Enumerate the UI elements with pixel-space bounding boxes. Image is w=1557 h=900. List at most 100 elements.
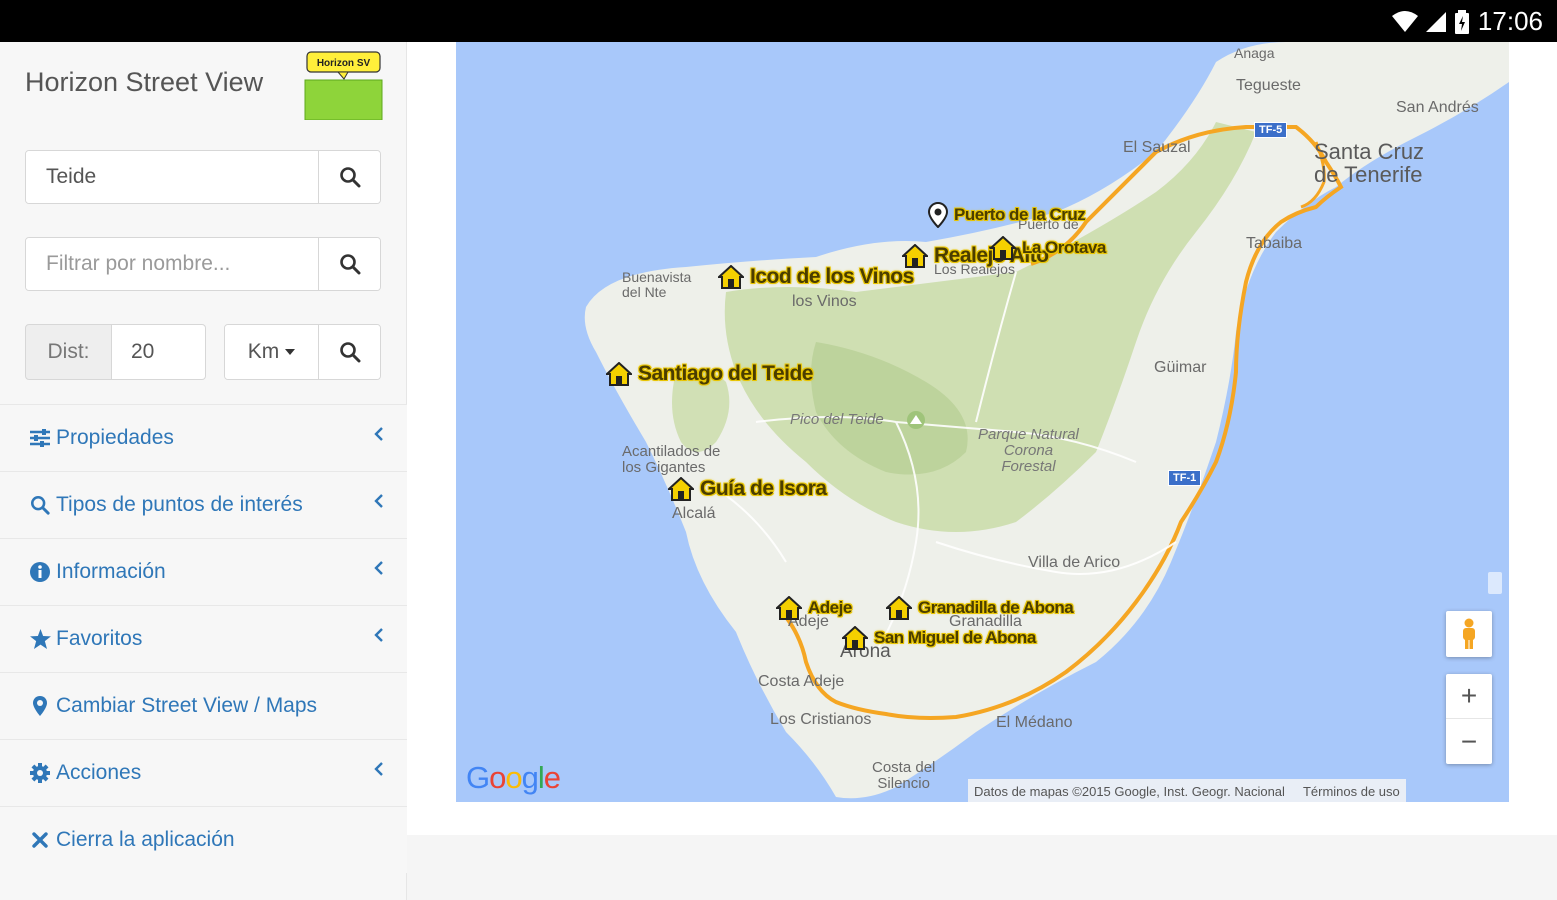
place-costa-adeje: Costa Adeje: [758, 673, 845, 690]
house-icon: [842, 626, 868, 650]
peak-icon: [906, 410, 926, 435]
poi-santiago-teide[interactable]: Santiago del Teide: [606, 362, 813, 386]
filter-search-button[interactable]: [318, 238, 380, 290]
house-icon: [990, 236, 1016, 260]
map-attribution: Datos de mapas ©2015 Google, Inst. Geogr…: [968, 779, 1406, 802]
sidebar-menu: Propiedades Tipos de puntos de interés I…: [0, 404, 407, 873]
place-acantilados: Acantilados de los Gigantes: [622, 443, 721, 476]
wifi-icon: [1391, 10, 1418, 33]
chevron-left-icon: [374, 494, 383, 508]
unit-group: Km: [224, 324, 381, 380]
search-icon: [29, 494, 51, 516]
place-buenavista: Buenavista del Nte: [622, 269, 692, 300]
map-pin-icon: [928, 202, 948, 228]
search-icon: [339, 254, 360, 275]
menu-item-cambiar-view[interactable]: Cambiar Street View / Maps: [0, 672, 407, 739]
place-alcala: Alcalá: [672, 505, 716, 522]
signal-icon: [1425, 11, 1446, 33]
menu-item-favoritos[interactable]: Favoritos: [0, 605, 407, 672]
unit-dropdown[interactable]: Km: [225, 325, 318, 379]
map-marker-icon: [29, 695, 51, 717]
search-icon: [339, 342, 360, 363]
menu-item-informacion[interactable]: Información: [0, 538, 407, 605]
search-button[interactable]: [318, 151, 380, 203]
menu-item-label: Acciones: [56, 761, 142, 784]
menu-item-label: Tipos de puntos de interés: [56, 493, 303, 516]
clock: 17:06: [1477, 6, 1543, 36]
sliders-icon: [29, 427, 51, 449]
filter-input[interactable]: [26, 238, 318, 290]
attribution-text: Datos de mapas ©2015 Google, Inst. Geogr…: [974, 783, 1285, 799]
chevron-left-icon: [374, 628, 383, 642]
poi-puerto-cruz[interactable]: Puerto de la Cruz: [928, 202, 1086, 228]
place-santa-cruz: Santa Cruz de Tenerife: [1314, 139, 1425, 188]
poi-la-orotava[interactable]: La Orotava: [990, 236, 1106, 260]
battery-icon: [1454, 9, 1470, 34]
menu-item-cierra[interactable]: Cierra la aplicación: [0, 806, 407, 873]
search-group: [25, 150, 381, 204]
map[interactable]: TF-5 TF-1 Anaga Tegueste San Andrés Sant…: [456, 42, 1509, 802]
place-guimar: Güimar: [1154, 359, 1207, 376]
terms-link[interactable]: Términos de uso: [1303, 784, 1400, 799]
info-icon: [29, 561, 51, 583]
menu-item-label: Propiedades: [56, 426, 174, 449]
status-bar: 17:06: [0, 0, 1557, 42]
place-villa-arico: Villa de Arico: [1028, 554, 1121, 571]
place-el-medano: El Médano: [996, 714, 1073, 731]
star-icon: [29, 628, 51, 650]
place-parque: Parque Natural Corona Forestal: [978, 426, 1079, 475]
place-san-andres: San Andrés: [1396, 99, 1479, 116]
menu-item-acciones[interactable]: Acciones: [0, 739, 407, 806]
chevron-left-icon: [374, 762, 383, 776]
house-icon: [606, 362, 632, 386]
place-tabaiba: Tabaiba: [1246, 235, 1303, 252]
poi-san-miguel[interactable]: San Miguel de Abona: [842, 626, 1036, 650]
poi-icod[interactable]: Icod de los Vinos: [718, 265, 914, 289]
menu-item-label: Cierra la aplicación: [56, 828, 235, 851]
chevron-left-icon: [374, 561, 383, 575]
menu-item-propiedades[interactable]: Propiedades: [0, 404, 407, 471]
menu-item-label: Cambiar Street View / Maps: [56, 694, 318, 717]
map-scroll-handle[interactable]: [1488, 572, 1502, 594]
zoom-in-button[interactable]: +: [1446, 674, 1492, 719]
pegman-button[interactable]: [1446, 611, 1492, 657]
unit-value: Km: [247, 340, 280, 363]
poi-guia-isora[interactable]: Guía de Isora: [668, 477, 827, 501]
google-logo: Google: [466, 760, 561, 795]
menu-item-label: Información: [56, 560, 166, 583]
search-icon: [339, 167, 360, 188]
zoom-out-button[interactable]: −: [1446, 719, 1492, 764]
place-los-cristianos: Los Cristianos: [770, 711, 872, 728]
distance-input[interactable]: [112, 324, 206, 380]
zoom-control: + −: [1446, 674, 1492, 764]
menu-item-tipos-poi[interactable]: Tipos de puntos de interés: [0, 471, 407, 538]
place-los-vinos: los Vinos: [792, 293, 857, 310]
close-icon: [29, 829, 51, 851]
poi-granadilla[interactable]: Granadilla de Abona: [886, 596, 1074, 620]
bottom-strip: [407, 835, 1557, 900]
distance-label: Dist:: [25, 324, 112, 380]
chevron-left-icon: [374, 427, 383, 441]
house-icon: [776, 596, 802, 620]
logo-text: Horizon SV: [317, 58, 371, 69]
place-tegueste: Tegueste: [1236, 77, 1301, 94]
house-icon: [718, 265, 744, 289]
pegman-icon: [1463, 618, 1475, 649]
filter-group: [25, 237, 381, 291]
caret-down-icon: [285, 349, 296, 355]
house-icon: [668, 477, 694, 501]
app-title: Horizon Street View: [25, 67, 264, 97]
place-el-sauzal: El Sauzal: [1123, 139, 1191, 156]
sidebar: Horizon Street View Horizon SV Dist: Km: [0, 42, 407, 900]
road-shield-tf1: TF-1: [1168, 470, 1202, 486]
map-container: TF-5 TF-1 Anaga Tegueste San Andrés Sant…: [407, 42, 1557, 835]
app-logo: Horizon SV: [304, 50, 383, 121]
distance-search-button[interactable]: [318, 325, 380, 379]
search-input[interactable]: [26, 151, 318, 203]
place-anaga: Anaga: [1234, 45, 1275, 61]
poi-adeje[interactable]: Adeje: [776, 596, 852, 620]
place-costa-silencio: Costa del Silencio: [872, 759, 936, 792]
place-pico-teide: Pico del Teide: [790, 411, 884, 428]
menu-item-label: Favoritos: [56, 627, 143, 650]
road-shield-tf5: TF-5: [1254, 122, 1288, 138]
